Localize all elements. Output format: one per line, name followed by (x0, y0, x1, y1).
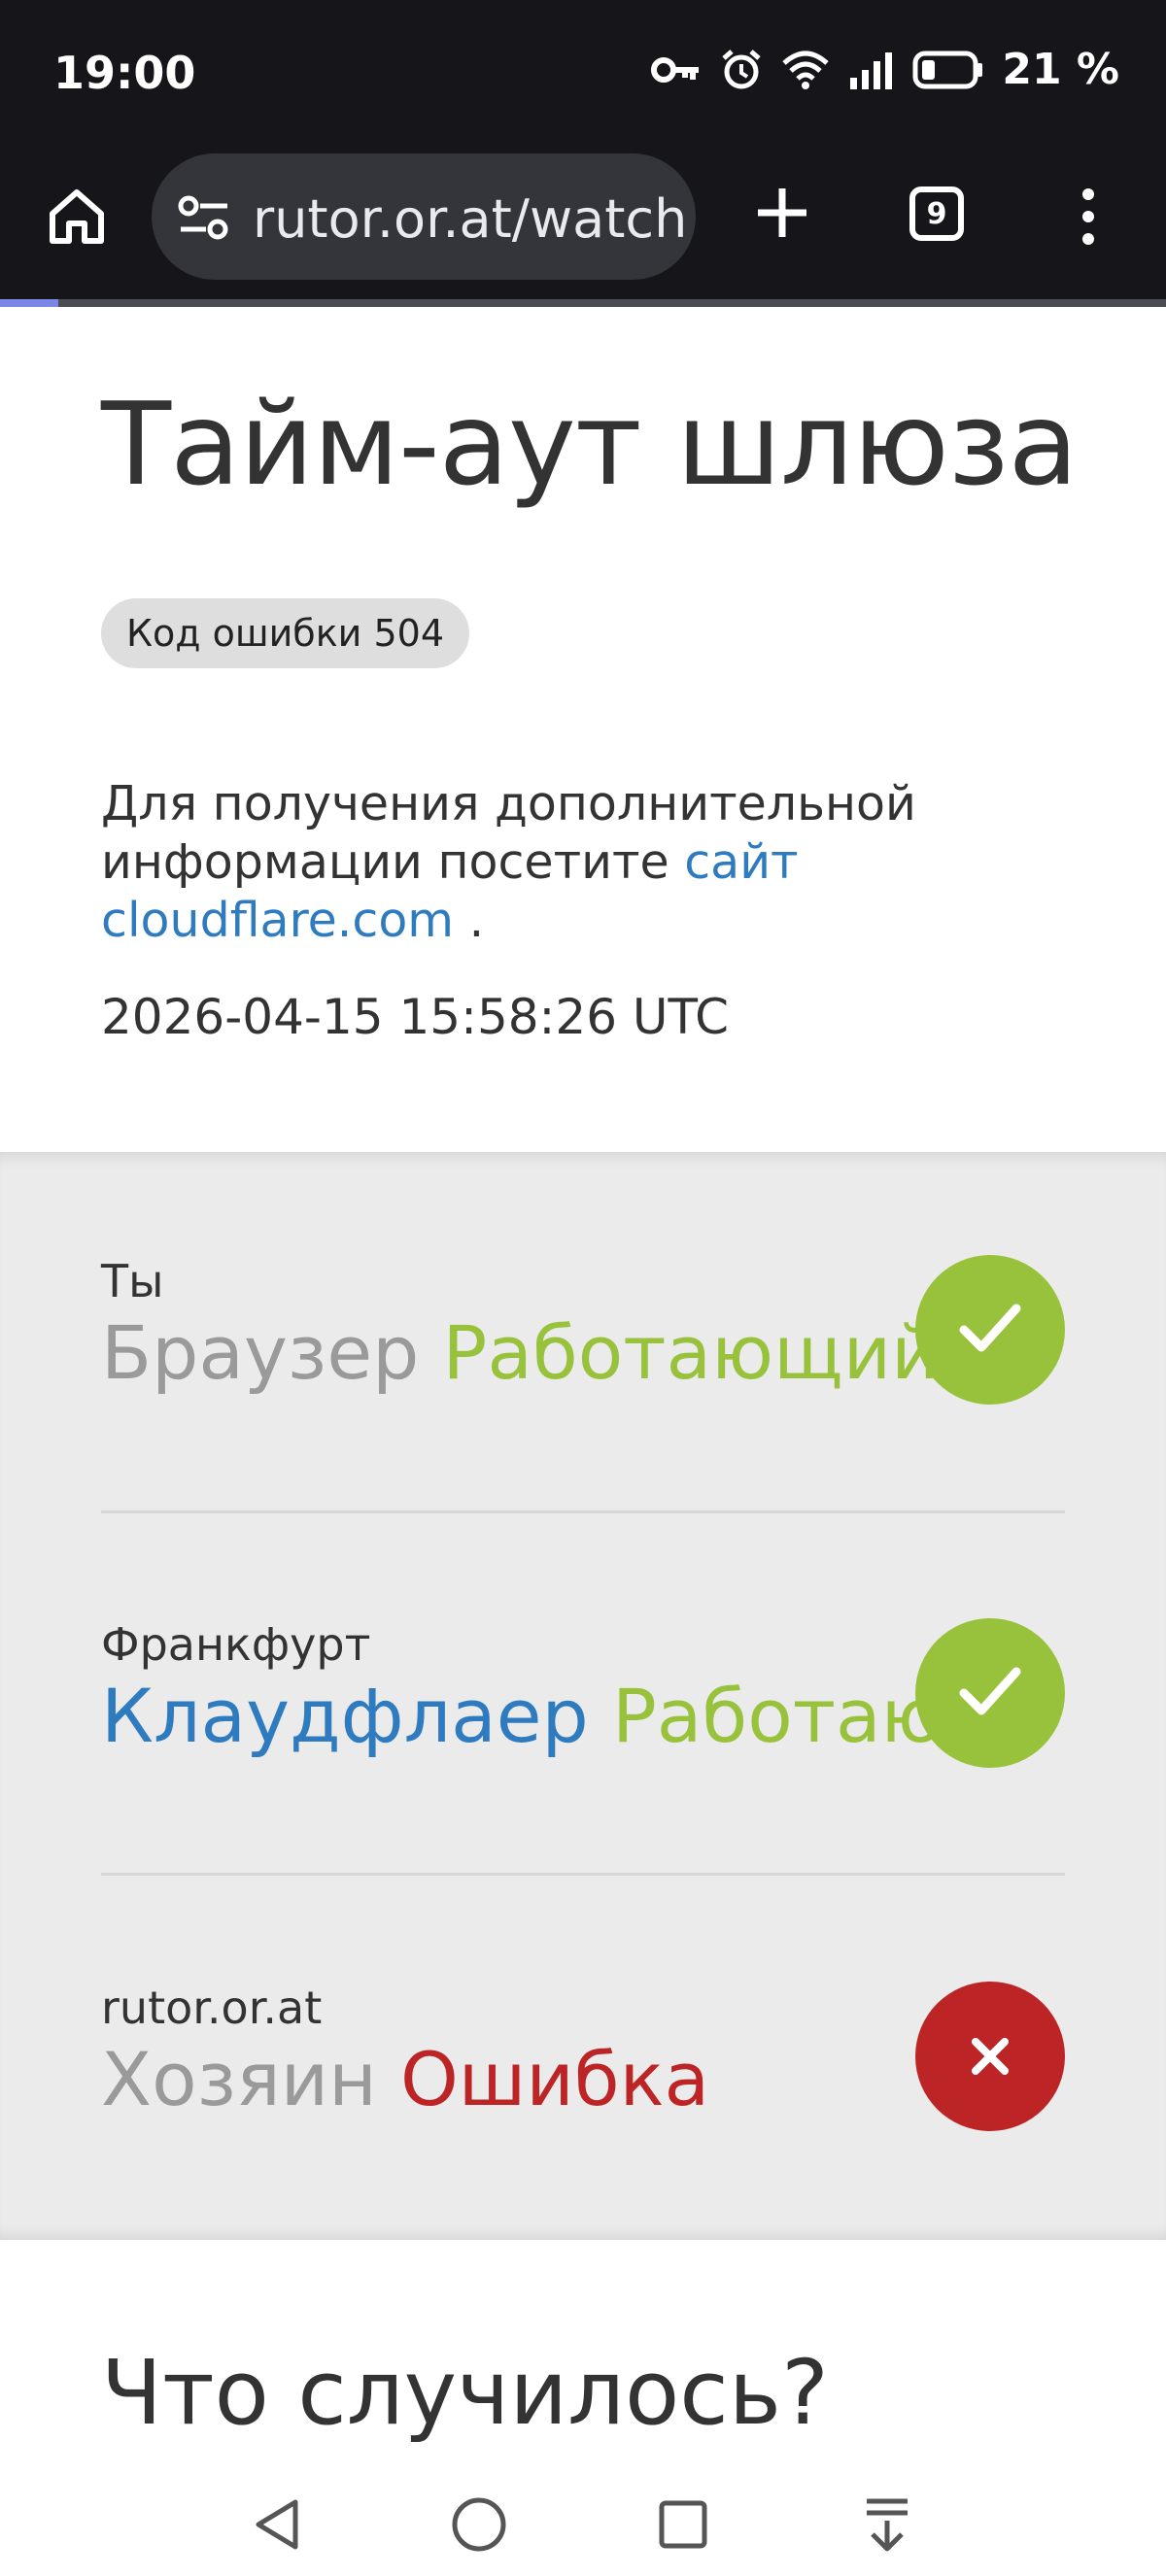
status-bar: 19:00 21 % (0, 0, 1166, 146)
row-status: Хозяин Ошибка (101, 2036, 956, 2122)
system-nav-bar (0, 2463, 1166, 2576)
row-state: Работающий (442, 1309, 940, 1396)
home-icon[interactable] (41, 181, 113, 253)
collapse-icon[interactable] (853, 2491, 921, 2559)
recents-icon[interactable] (649, 2491, 717, 2559)
status-row-cloudflare: Франкфурт Клаудфлаер Работающий (101, 1618, 1065, 1851)
row-name[interactable]: Клаудфлаер (101, 1673, 589, 1759)
page-title: Тайм-аут шлюза (101, 377, 1079, 511)
status-time: 19:00 (53, 47, 196, 99)
battery-icon (912, 51, 984, 89)
row-status: Браузер Работающий (101, 1309, 956, 1396)
browser-toolbar: rutor.or.at/watch 9 (0, 146, 1166, 301)
tab-count: 9 (926, 196, 947, 231)
info-paragraph: Для получения дополнительной информации … (101, 775, 1073, 950)
status-icons: 21 % (650, 45, 1119, 94)
home-circle-icon[interactable] (445, 2491, 513, 2559)
x-icon (915, 1982, 1065, 2131)
row-divider (101, 1873, 1065, 1876)
row-divider (101, 1510, 1065, 1513)
row-label: Франкфурт (101, 1618, 371, 1671)
row-state: Ошибка (399, 2036, 710, 2122)
tabs-icon[interactable]: 9 (909, 186, 964, 241)
info-suffix: . (454, 893, 485, 948)
battery-percent: 21 % (1002, 45, 1119, 94)
row-label: rutor.or.at (101, 1982, 323, 2034)
new-tab-icon[interactable] (748, 179, 816, 247)
what-happened-heading: Что случилось? (101, 2341, 829, 2445)
signal-icon (848, 51, 895, 89)
page-load-progress (0, 299, 1166, 307)
row-status: Клаудфлаер Работающий (101, 1673, 956, 1759)
check-icon (915, 1255, 1065, 1405)
progress-fill (0, 299, 58, 307)
error-timestamp: 2026-04-15 15:58:26 UTC (101, 989, 730, 1045)
alarm-icon (720, 49, 763, 91)
error-code-badge: Код ошибки 504 (101, 598, 469, 668)
row-state: Работающий (611, 1673, 956, 1759)
row-name: Хозяин (101, 2036, 377, 2122)
site-settings-icon[interactable] (177, 194, 231, 245)
row-name: Браузер (101, 1309, 420, 1396)
url-text[interactable]: rutor.or.at/watch (253, 188, 687, 250)
check-icon (915, 1618, 1065, 1768)
address-bar[interactable]: rutor.or.at/watch (152, 153, 696, 280)
row-label: Ты (101, 1255, 164, 1307)
status-row-browser: Ты Браузер Работающий (101, 1255, 1065, 1488)
menu-icon[interactable] (1069, 183, 1108, 251)
wifi-icon (780, 50, 831, 90)
status-row-host: rutor.or.at Хозяин Ошибка (101, 1982, 1065, 2215)
back-icon[interactable] (243, 2491, 311, 2559)
key-icon (650, 51, 703, 89)
